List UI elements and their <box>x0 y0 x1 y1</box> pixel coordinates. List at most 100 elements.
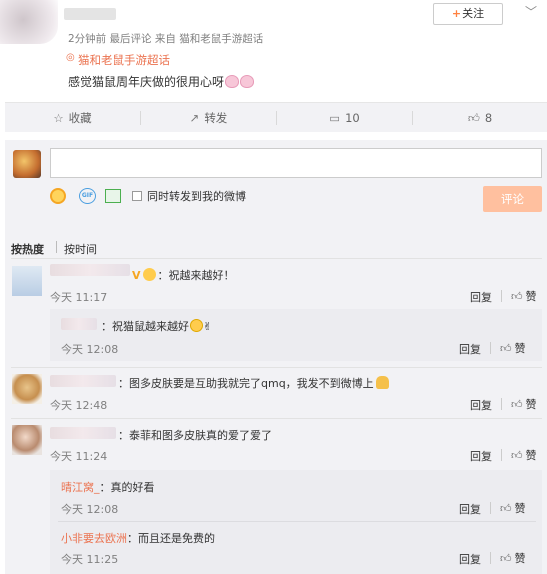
thumbs-up-icon: 👍︎ <box>500 552 512 565</box>
comment-like-button[interactable]: 👍︎ 赞 <box>511 447 537 463</box>
comment-text: ：泰菲和图多皮肤真的爱了爱了 <box>118 429 272 442</box>
like-button[interactable]: 👍︎ 8 <box>413 103 547 133</box>
thumbs-up-icon: 👍︎ <box>467 111 480 125</box>
repost-button[interactable]: ↗ 转发 <box>141 103 276 133</box>
reply-text: 晴江窝_：真的好看 <box>61 479 155 495</box>
commenter-avatar[interactable] <box>12 266 42 296</box>
comment-like-button[interactable]: 👍︎ 赞 <box>500 340 526 356</box>
thumbs-up-icon: 👍︎ <box>511 290 523 303</box>
comment-text: V ：祝越来越好！ <box>132 267 235 283</box>
commenter-name[interactable] <box>50 375 116 387</box>
follow-button[interactable]: +关注 <box>433 3 503 25</box>
like-label: 赞 <box>525 449 537 462</box>
repost-checkbox[interactable] <box>132 191 142 201</box>
comment-text: ：图多皮肤要是互助我就完了qmq，我发不到微博上 <box>118 375 389 391</box>
topic-location-icon: ◎ <box>66 52 75 63</box>
commenter-avatar[interactable] <box>12 425 42 455</box>
my-avatar <box>13 150 41 178</box>
like-count: 8 <box>484 111 493 125</box>
follow-label: 关注 <box>462 7 485 20</box>
topic-link[interactable]: 猫和老鼠手游超话 <box>78 52 170 68</box>
thumbs-up-icon: 👍︎ <box>500 342 512 355</box>
divider <box>11 418 542 419</box>
reply-body: ：而且还是免费的 <box>127 532 215 545</box>
verified-v-icon: V <box>132 269 141 282</box>
reply-link[interactable]: 回复 <box>459 501 481 517</box>
victory-hand-icon: ✌ <box>203 320 213 333</box>
reply-user-name[interactable] <box>61 318 97 330</box>
author-avatar[interactable] <box>0 0 58 44</box>
reply-link[interactable]: 回复 <box>459 341 481 357</box>
like-label: 赞 <box>514 552 526 565</box>
comment-like-button[interactable]: 👍︎ 赞 <box>511 288 537 304</box>
action-bar: ☆ 收藏 ↗ 转发 ▭ 10 👍︎ 8 <box>5 102 547 132</box>
divider <box>11 258 542 259</box>
reply-link[interactable]: 回复 <box>459 551 481 567</box>
like-label: 赞 <box>514 502 526 515</box>
reply-text: ：祝猫鼠越来越好 ✌ <box>101 318 212 334</box>
favorite-label: 收藏 <box>68 111 92 125</box>
reply-body: ：祝猫鼠越来越好 <box>101 320 189 333</box>
reply-time: 今天 12:08 <box>61 503 119 516</box>
badge-icon <box>142 268 156 281</box>
pig-emoji-icon <box>240 75 255 88</box>
divider <box>490 342 491 354</box>
pig-emoji-icon <box>225 75 240 88</box>
post-meta: 2分钟前 最后评论 来自 猫和老鼠手游超话 <box>68 33 264 45</box>
sort-by-heat-tab[interactable]: 按热度 <box>11 241 44 257</box>
comment-button[interactable]: ▭ 10 <box>277 103 412 133</box>
image-icon[interactable] <box>105 189 121 203</box>
commenter-avatar[interactable] <box>12 374 42 404</box>
chevron-down-icon[interactable]: ﹀ <box>525 3 537 20</box>
reply-time: 今天 12:08 <box>61 343 119 356</box>
smile-emoji-icon <box>190 319 203 332</box>
share-icon: ↗ <box>189 111 200 125</box>
reply-text: 小非要去欧洲：而且还是免费的 <box>61 530 215 546</box>
comment-input[interactable] <box>50 148 542 178</box>
divider <box>11 367 542 368</box>
reply-time: 今天 11:25 <box>61 553 119 566</box>
divider <box>501 449 502 461</box>
divider <box>490 552 491 564</box>
reply-user-name[interactable]: 晴江窝_ <box>61 481 100 494</box>
comment-like-button[interactable]: 👍︎ 赞 <box>511 396 537 412</box>
gif-icon[interactable]: GIF <box>79 188 96 204</box>
divider <box>501 398 502 410</box>
favorite-button[interactable]: ☆ 收藏 <box>5 103 140 133</box>
like-label: 赞 <box>525 290 537 303</box>
comment-time: 今天 11:17 <box>50 291 108 304</box>
post-text: 感觉猫鼠周年庆做的很用心呀 <box>68 75 225 89</box>
reply-link[interactable]: 回复 <box>470 448 492 464</box>
thumbs-up-icon: 👍︎ <box>511 398 523 411</box>
reply-body: ：真的好看 <box>99 481 155 494</box>
thumbs-up-icon: 👍︎ <box>500 502 512 515</box>
figure-emoji-icon <box>375 376 389 389</box>
divider <box>501 290 502 302</box>
comment-count: 10 <box>345 111 360 125</box>
comment-time: 今天 12:48 <box>50 399 108 412</box>
reply-link[interactable]: 回复 <box>470 289 492 305</box>
comment-body: ：图多皮肤要是互助我就完了qmq，我发不到微博上 <box>118 377 374 390</box>
plus-icon: + <box>451 7 462 20</box>
reply-user-name[interactable]: 小非要去欧洲 <box>61 532 127 545</box>
like-label: 赞 <box>525 398 537 411</box>
thumbs-up-icon: 👍︎ <box>511 449 523 462</box>
reply-link[interactable]: 回复 <box>470 397 492 413</box>
commenter-name[interactable] <box>50 264 130 276</box>
submit-comment-button[interactable]: 评论 <box>483 186 542 212</box>
comment-body: ：祝越来越好！ <box>157 269 235 282</box>
comment-like-button[interactable]: 👍︎ 赞 <box>500 500 526 516</box>
divider <box>58 521 536 522</box>
comment-like-button[interactable]: 👍︎ 赞 <box>500 550 526 566</box>
author-name[interactable] <box>64 8 116 20</box>
repost-checkbox-label[interactable]: 同时转发到我的微博 <box>147 188 246 204</box>
sort-by-time-tab[interactable]: 按时间 <box>64 241 97 257</box>
commenter-name[interactable] <box>50 427 116 439</box>
repost-label: 转发 <box>204 111 228 125</box>
post-content: 感觉猫鼠周年庆做的很用心呀 <box>68 73 255 90</box>
star-icon: ☆ <box>53 111 64 125</box>
divider <box>56 241 57 253</box>
divider <box>490 502 491 514</box>
like-label: 赞 <box>514 342 526 355</box>
emoji-icon[interactable] <box>50 188 66 204</box>
